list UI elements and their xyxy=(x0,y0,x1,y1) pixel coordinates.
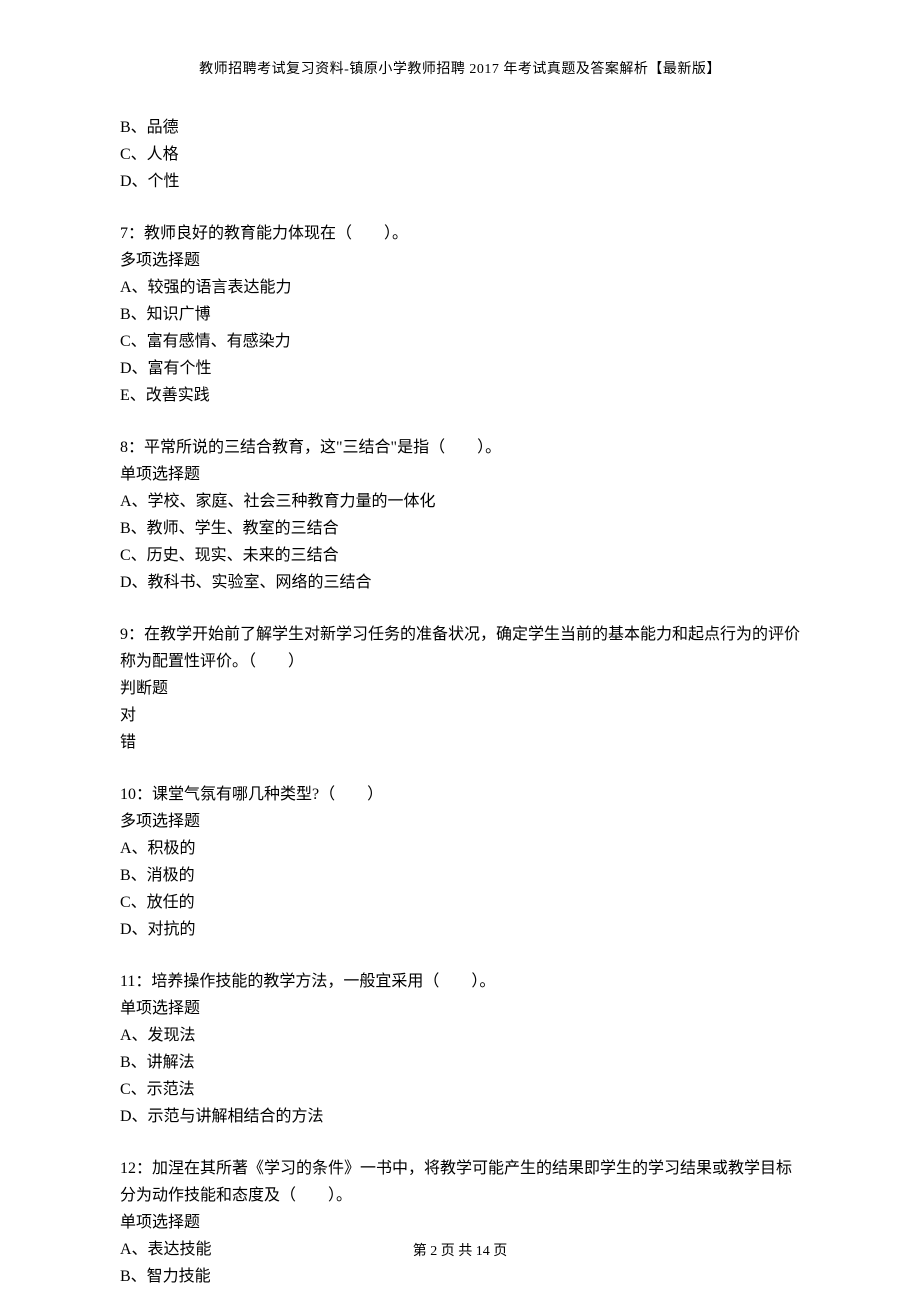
question-stem: 10：课堂气氛有哪几种类型?（ ） xyxy=(120,781,800,808)
document-body: B、品德 C、人格 D、个性 7：教师良好的教育能力体现在（ ）。 多项选择题 … xyxy=(120,114,800,1290)
question-12: 12：加涅在其所著《学习的条件》一书中，将教学可能产生的结果即学生的学习结果或教… xyxy=(120,1155,800,1290)
option-b: B、品德 xyxy=(120,114,800,141)
option-d: D、对抗的 xyxy=(120,916,800,943)
question-6-tail: B、品德 C、人格 D、个性 xyxy=(120,114,800,195)
option-c: C、人格 xyxy=(120,141,800,168)
question-type: 单项选择题 xyxy=(120,461,800,488)
question-10: 10：课堂气氛有哪几种类型?（ ） 多项选择题 A、积极的 B、消极的 C、放任… xyxy=(120,781,800,943)
question-type: 多项选择题 xyxy=(120,808,800,835)
question-stem: 7：教师良好的教育能力体现在（ ）。 xyxy=(120,220,800,247)
option-a: A、发现法 xyxy=(120,1022,800,1049)
option-b: B、教师、学生、教室的三结合 xyxy=(120,515,800,542)
option-c: C、历史、现实、未来的三结合 xyxy=(120,542,800,569)
option-b: B、消极的 xyxy=(120,862,800,889)
question-stem: 12：加涅在其所著《学习的条件》一书中，将教学可能产生的结果即学生的学习结果或教… xyxy=(120,1155,800,1209)
option-a: A、学校、家庭、社会三种教育力量的一体化 xyxy=(120,488,800,515)
question-type: 多项选择题 xyxy=(120,247,800,274)
question-9: 9：在教学开始前了解学生对新学习任务的准备状况，确定学生当前的基本能力和起点行为… xyxy=(120,621,800,756)
option-d: D、示范与讲解相结合的方法 xyxy=(120,1103,800,1130)
question-stem: 9：在教学开始前了解学生对新学习任务的准备状况，确定学生当前的基本能力和起点行为… xyxy=(120,621,800,675)
question-type: 单项选择题 xyxy=(120,1209,800,1236)
option-c: C、富有感情、有感染力 xyxy=(120,328,800,355)
question-11: 11：培养操作技能的教学方法，一般宜采用（ ）。 单项选择题 A、发现法 B、讲… xyxy=(120,968,800,1130)
option-a: A、较强的语言表达能力 xyxy=(120,274,800,301)
option-e: E、改善实践 xyxy=(120,382,800,409)
option-c: C、放任的 xyxy=(120,889,800,916)
option-d: D、富有个性 xyxy=(120,355,800,382)
question-8: 8：平常所说的三结合教育，这"三结合"是指（ ）。 单项选择题 A、学校、家庭、… xyxy=(120,434,800,596)
question-7: 7：教师良好的教育能力体现在（ ）。 多项选择题 A、较强的语言表达能力 B、知… xyxy=(120,220,800,409)
option-d: D、个性 xyxy=(120,168,800,195)
page-header: 教师招聘考试复习资料-镇原小学教师招聘 2017 年考试真题及答案解析【最新版】 xyxy=(120,58,800,78)
page-footer: 第 2 页 共 14 页 xyxy=(0,1240,920,1260)
option-c: C、示范法 xyxy=(120,1076,800,1103)
option-b: B、智力技能 xyxy=(120,1263,800,1290)
option-a: A、积极的 xyxy=(120,835,800,862)
option-true: 对 xyxy=(120,702,800,729)
question-stem: 8：平常所说的三结合教育，这"三结合"是指（ ）。 xyxy=(120,434,800,461)
option-b: B、知识广博 xyxy=(120,301,800,328)
question-stem: 11：培养操作技能的教学方法，一般宜采用（ ）。 xyxy=(120,968,800,995)
option-b: B、讲解法 xyxy=(120,1049,800,1076)
option-d: D、教科书、实验室、网络的三结合 xyxy=(120,569,800,596)
option-false: 错 xyxy=(120,729,800,756)
question-type: 单项选择题 xyxy=(120,995,800,1022)
question-type: 判断题 xyxy=(120,675,800,702)
